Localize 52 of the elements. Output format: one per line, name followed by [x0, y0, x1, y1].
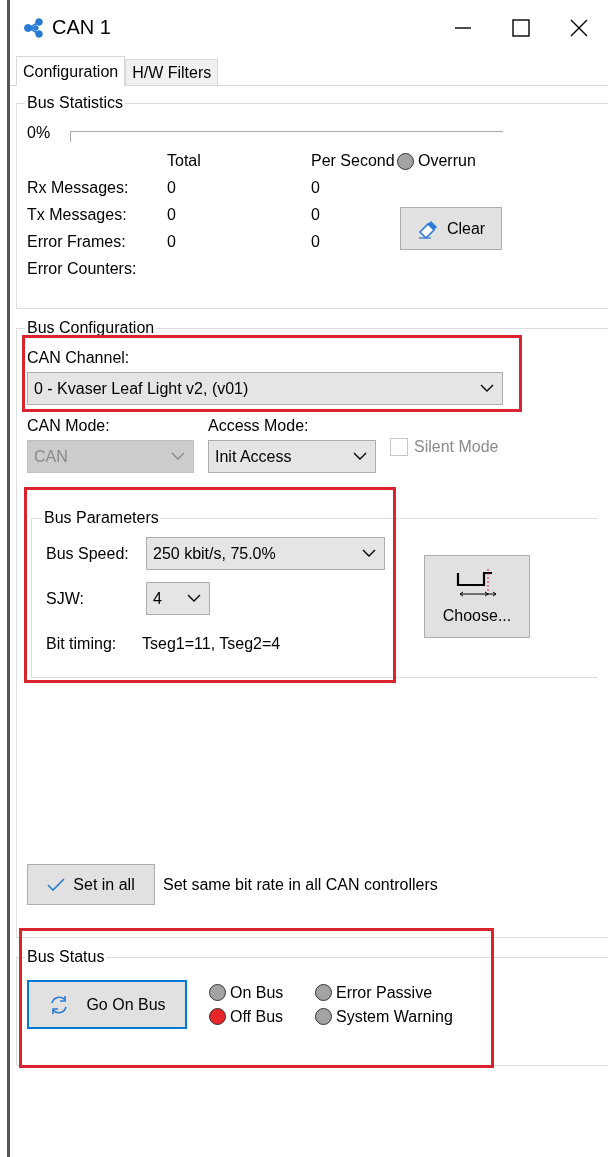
- group-title: Bus Statistics: [26, 94, 125, 112]
- status-label: Overrun: [418, 152, 476, 170]
- row-label: Tx Messages:: [27, 206, 128, 224]
- chevron-down-icon: [187, 594, 201, 603]
- group-title: Bus Configuration: [26, 319, 156, 337]
- chevron-down-icon: [480, 384, 494, 393]
- eraser-icon: [416, 218, 439, 239]
- field-label: Access Mode:: [208, 417, 309, 435]
- checkbox-label: Silent Mode: [414, 438, 499, 456]
- table-cell-text: 0: [166, 179, 177, 197]
- checkmark-icon: [47, 877, 66, 892]
- status-label: Error Passive: [336, 983, 433, 1002]
- field-label: Bus Speed:: [46, 544, 130, 563]
- status-label: Off Bus: [230, 1007, 284, 1026]
- choose-button[interactable]: Choose...: [424, 555, 530, 638]
- chevron-down-icon: [353, 452, 367, 461]
- status-label: On Bus: [230, 983, 284, 1002]
- row-label: Error Counters:: [27, 260, 138, 278]
- chevron-down-icon: [171, 452, 185, 461]
- dropdown[interactable]: 250 kbit/s, 75.0%: [146, 537, 385, 570]
- chevron-down-icon: [362, 549, 376, 558]
- timing-value: Tseg1=11, Tseg2=4: [142, 635, 281, 653]
- maximize-button[interactable]: [511, 17, 531, 38]
- go-on-bus-button[interactable]: Go On Bus: [27, 980, 187, 1029]
- window-title: CAN 1: [52, 16, 112, 39]
- set-in-all-button[interactable]: Set in all: [27, 864, 155, 905]
- table-cell-text: 0: [310, 179, 321, 197]
- column-header: Per Second: [310, 152, 396, 170]
- table-cell-text: 0: [166, 233, 177, 251]
- table-cell-text: 0: [310, 233, 321, 251]
- table-cell-text: 0: [166, 206, 177, 224]
- tab[interactable]: H/W Filters: [125, 59, 219, 85]
- channel-dropdown[interactable]: 0 - Kvaser Leaf Light v2, (v01): [27, 372, 503, 405]
- row-label: Error Frames:: [27, 233, 127, 251]
- description-text: Set same bit rate in all CAN controllers: [163, 875, 438, 894]
- group-title: Bus Parameters: [43, 509, 160, 527]
- load-reading: 0%: [27, 124, 51, 142]
- close-button[interactable]: [569, 17, 589, 38]
- field-label: Bit timing:: [46, 635, 118, 653]
- column-header: Total: [166, 152, 202, 170]
- clear-button[interactable]: Clear: [400, 207, 502, 250]
- table-cell-text: 0: [310, 206, 321, 224]
- status-label: System Warning: [336, 1007, 453, 1026]
- group-title: Bus Status: [26, 948, 106, 966]
- network-nodes-icon: [24, 17, 46, 38]
- field-label: SJW:: [46, 589, 85, 608]
- row-label: Rx Messages:: [27, 179, 130, 197]
- field-label: CAN Channel:: [27, 349, 130, 367]
- field-label: CAN Mode:: [27, 417, 110, 435]
- tab[interactable]: Configuration: [16, 56, 126, 86]
- dropdown[interactable]: 4: [146, 582, 210, 615]
- mode-dropdown[interactable]: Init Access: [208, 440, 376, 473]
